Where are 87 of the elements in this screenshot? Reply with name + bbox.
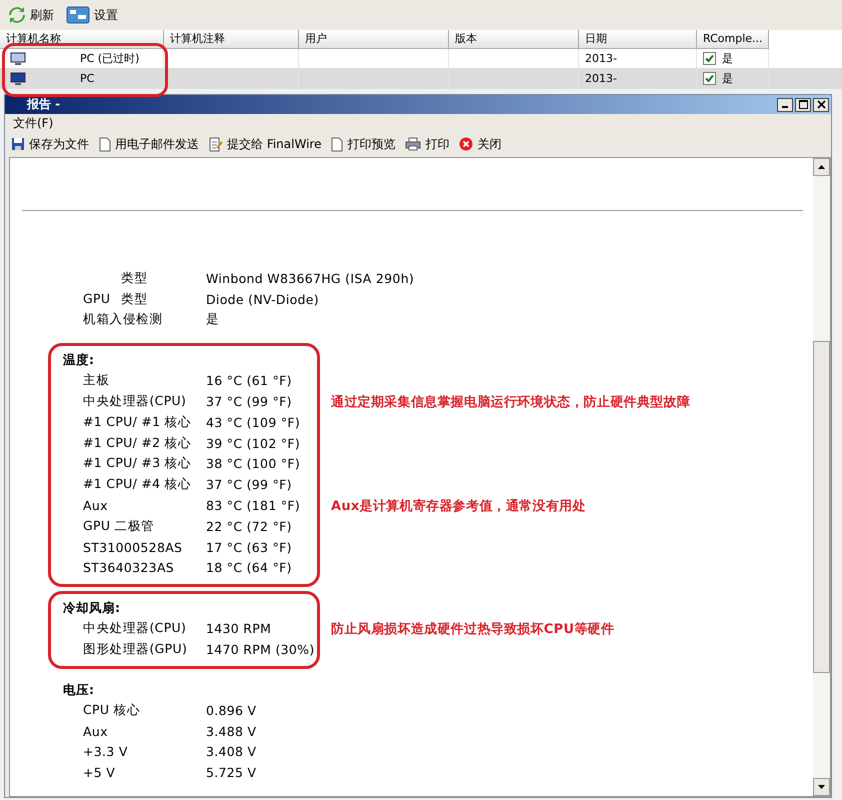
field-value: 1470 RPM (30%): [206, 642, 315, 658]
field-value: 5.725 V: [206, 765, 256, 780]
table-cell: 2013-: [585, 72, 617, 85]
window-title: 报告 -: [27, 96, 60, 113]
toolbar-button[interactable]: 用电子邮件发送: [97, 136, 201, 152]
checkbox[interactable]: [703, 52, 716, 65]
field-value: 37 °C (99 °F): [206, 477, 292, 492]
field-value: 3.408 V: [206, 744, 256, 760]
section-heading: 温度:: [62, 351, 95, 370]
toolbar-button[interactable]: 刷新: [6, 4, 56, 26]
printer-icon: [405, 137, 422, 151]
field-value: 17 °C (63 °F): [206, 540, 292, 555]
field-value: 是: [206, 311, 220, 328]
field-label: GPU 二极管: [83, 518, 154, 535]
table-cell: 是: [722, 71, 733, 86]
field-label: GPU: [83, 290, 112, 308]
menu-item[interactable]: 文件(F): [13, 115, 54, 132]
close-button[interactable]: [813, 98, 829, 112]
close-icon: [459, 137, 474, 151]
checkbox[interactable]: [703, 72, 716, 85]
toolbar-button[interactable]: 保存为文件: [9, 136, 91, 152]
page-icon: [99, 136, 111, 152]
field-label: +5 V: [83, 765, 116, 780]
field-label: ST3640323AS: [83, 560, 174, 576]
table-cell: 是: [722, 51, 733, 66]
field-label: #1 CPU/ #1 核心: [83, 414, 192, 431]
field-value: 22 °C (72 °F): [206, 518, 292, 534]
scroll-down-button[interactable]: [813, 778, 830, 796]
field-value: 37 °C (99 °F): [206, 394, 292, 410]
annotation-text: 防止风扇损坏造成硬件过热导致损坏CPU等硬件: [331, 620, 614, 638]
field-label: 机箱入侵检测: [83, 311, 163, 328]
computer-name: PC (已过时): [80, 51, 140, 66]
toolbar-button[interactable]: 关闭: [457, 136, 504, 152]
field-label: 中央处理器(CPU): [83, 620, 186, 638]
caret-down-icon: [818, 785, 825, 789]
field-label: 类型: [121, 290, 148, 308]
field-label: 主板: [83, 372, 110, 390]
field-label: Aux: [83, 498, 108, 514]
scrollbar[interactable]: [813, 158, 830, 796]
field-value: 1430 RPM: [206, 621, 272, 636]
toolbar-button[interactable]: 打印: [403, 136, 452, 152]
column-header[interactable]: 用户: [299, 30, 449, 49]
field-label: #1 CPU/ #4 核心: [83, 476, 192, 494]
field-label: 类型: [121, 270, 148, 287]
field-value: 38 °C (100 °F): [206, 456, 300, 472]
section-heading: 电压:: [62, 680, 95, 699]
column-header[interactable]: 计算机注释: [164, 30, 299, 49]
field-value: 3.488 V: [206, 724, 256, 739]
column-header[interactable]: RComple...: [697, 30, 769, 49]
column-header[interactable]: 日期: [579, 30, 697, 49]
column-header[interactable]: 版本: [449, 30, 579, 49]
field-label: 中央处理器(CPU): [83, 393, 186, 410]
field-value: Diode (NV-Diode): [206, 292, 319, 307]
toolbar-button[interactable]: 提交给 FinalWire: [207, 136, 324, 152]
toolbar-button[interactable]: 设置: [64, 4, 120, 26]
field-label: 图形处理器(GPU): [83, 641, 188, 658]
field-value: Winbond W83667HG (ISA 290h): [206, 270, 414, 286]
field-value: 83 °C (181 °F): [206, 498, 300, 514]
settings-icon: [66, 6, 90, 24]
toolbar-button[interactable]: 打印预览: [329, 136, 398, 152]
field-value: 43 °C (109 °F): [206, 414, 300, 430]
page-icon: [331, 136, 344, 152]
table-cell: 2013-: [585, 52, 617, 65]
section-heading: 冷却风扇:: [62, 599, 121, 618]
field-value: 18 °C (64 °F): [206, 560, 292, 576]
scroll-thumb[interactable]: [813, 341, 830, 673]
field-value: 16 °C (61 °F): [206, 373, 292, 388]
minimize-button[interactable]: [777, 98, 793, 112]
field-label: ST31000528AS: [83, 540, 182, 555]
field-label: #1 CPU/ #2 核心: [83, 434, 192, 452]
maximize-icon: [798, 100, 808, 109]
field-label: Aux: [83, 724, 108, 739]
refresh-icon: [8, 6, 26, 24]
annotation-text: 通过定期采集信息掌握电脑运行环境状态，防止硬件典型故障: [331, 394, 690, 411]
field-label: CPU 核心: [83, 702, 140, 719]
notepad-icon: [209, 136, 223, 152]
field-value: 39 °C (102 °F): [206, 436, 300, 451]
field-label: +3.3 V: [83, 744, 128, 760]
close-icon: [816, 100, 826, 109]
caret-up-icon: [818, 165, 825, 169]
scroll-up-button[interactable]: [813, 158, 830, 176]
field-value: 0.896 V: [206, 702, 256, 718]
computer-name: PC: [80, 72, 94, 85]
field-label: #1 CPU/ #3 核心: [83, 455, 192, 472]
annotation-text: Aux是计算机寄存器参考值，通常没有用处: [331, 498, 586, 515]
table-row[interactable]: PC 2013- 是: [0, 69, 842, 89]
maximize-button[interactable]: [795, 98, 811, 112]
